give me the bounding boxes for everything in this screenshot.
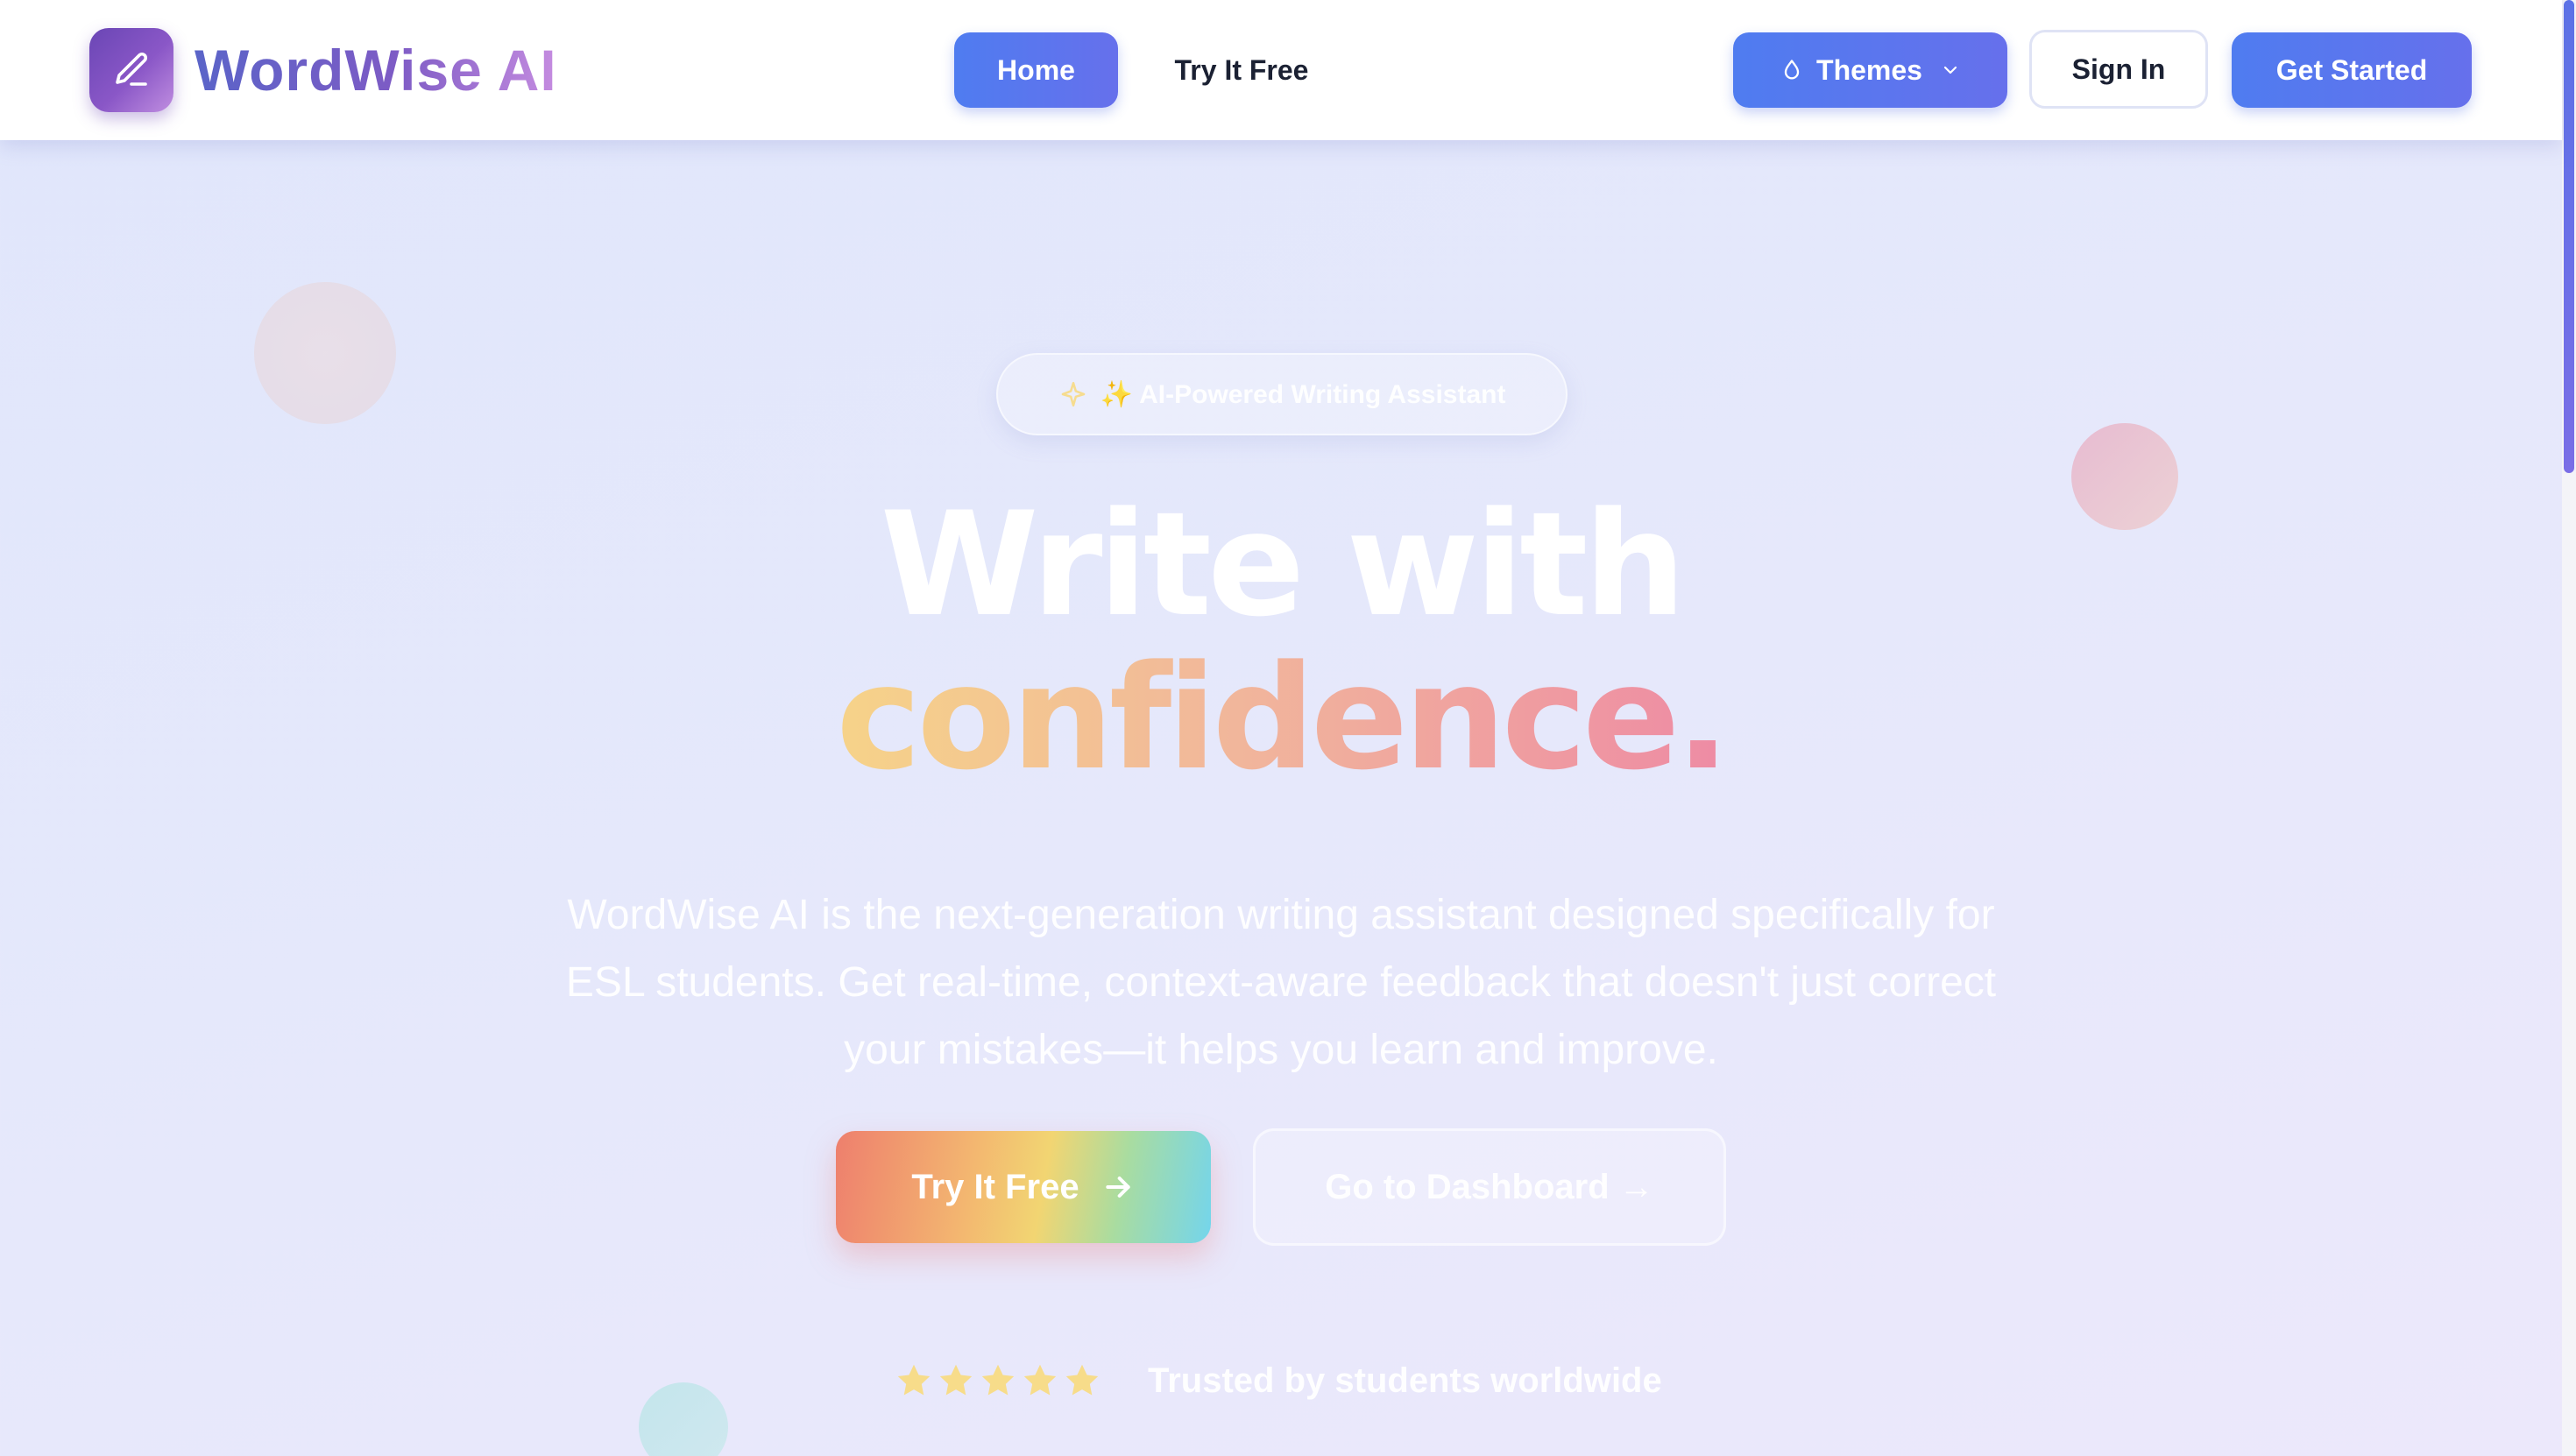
hero-badge-text: ✨ AI-Powered Writing Assistant — [1100, 379, 1506, 409]
nav-try-free-link[interactable]: Try It Free — [1148, 32, 1335, 108]
themes-label: Themes — [1816, 53, 1922, 86]
hero-description: WordWise AI is the next-generation writi… — [565, 892, 1997, 1073]
scrollbar-thumb[interactable] — [2564, 0, 2574, 473]
navbar: WordWise AI Home Try It Free Themes Sign… — [0, 0, 2562, 140]
hero-badge: ✨ AI-Powered Writing Assistant — [996, 353, 1568, 435]
sparkle-icon — [1061, 381, 1085, 407]
trust-text: Trusted by students worldwide — [1148, 1361, 1662, 1400]
try-it-free-cta-label: Try It Free — [911, 1167, 1079, 1206]
brand-name[interactable]: WordWise AI — [195, 33, 557, 107]
decorative-bubble — [254, 282, 396, 424]
go-to-dashboard-button[interactable]: Go to Dashboard → — [1253, 1128, 1726, 1246]
star-icon — [981, 1364, 1015, 1396]
get-started-button[interactable]: Get Started — [2232, 32, 2472, 108]
go-to-dashboard-label: Go to Dashboard → — [1325, 1167, 1654, 1206]
star-icon — [939, 1364, 973, 1396]
star-icon — [1023, 1364, 1057, 1396]
arrow-right-icon — [1105, 1177, 1130, 1198]
landing-page: WordWise AI Home Try It Free Themes Sign… — [0, 0, 2562, 1456]
nav-home-link[interactable]: Home — [954, 32, 1118, 108]
star-icon — [897, 1364, 931, 1396]
rating-stars — [894, 1361, 1102, 1401]
pencil-icon — [116, 52, 148, 86]
chevron-down-icon — [1943, 66, 1957, 74]
sign-in-button[interactable]: Sign In — [2029, 30, 2208, 109]
themes-dropdown-button[interactable]: Themes — [1733, 32, 2007, 108]
try-it-free-cta-button[interactable]: Try It Free — [836, 1131, 1211, 1243]
droplet-icon — [1784, 60, 1800, 80]
hero-headline-highlight: confidence. — [836, 634, 1730, 802]
hero-headline-line1: Write with — [880, 481, 1687, 648]
star-icon — [1065, 1364, 1099, 1396]
decorative-bubble — [639, 1382, 728, 1456]
logo[interactable] — [89, 28, 173, 112]
trust-row: Trusted by students worldwide — [894, 1356, 1662, 1405]
hero-headline-line2: confidence. — [0, 635, 2562, 802]
